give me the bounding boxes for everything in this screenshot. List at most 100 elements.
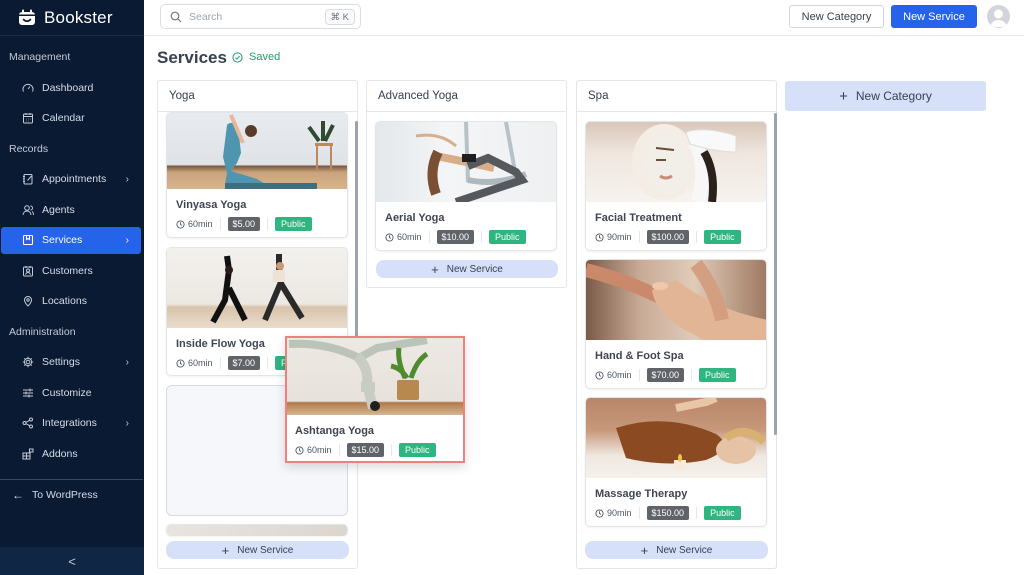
service-card[interactable]: Aerial Yoga 60min $10.00 Public xyxy=(375,121,557,251)
sidebar-item-label: Appointments xyxy=(42,173,107,186)
service-image xyxy=(586,122,766,202)
sidebar-item-addons[interactable]: Addons xyxy=(1,439,141,470)
search-input[interactable]: Search ⌘ K xyxy=(160,4,361,29)
service-meta: 60min $5.00 Public xyxy=(167,215,347,233)
saved-status: Saved xyxy=(232,51,280,63)
column-scrollbar[interactable] xyxy=(355,121,358,351)
column-scrollbar[interactable] xyxy=(774,113,777,435)
gauge-icon xyxy=(22,82,34,94)
clock-icon xyxy=(176,219,185,229)
add-service-button[interactable]: + New Service xyxy=(376,260,558,278)
service-duration: 60min xyxy=(607,370,632,380)
service-duration: 60min xyxy=(307,445,332,455)
search-shortcut: ⌘ K xyxy=(324,9,355,25)
visibility-badge: Public xyxy=(489,230,526,244)
section-administration: Administration xyxy=(9,325,76,338)
service-image xyxy=(376,122,556,202)
add-category-button[interactable]: + New Category xyxy=(785,81,986,111)
sidebar-item-services[interactable]: Services › xyxy=(1,226,141,254)
sidebar-item-label: Addons xyxy=(42,447,78,460)
brand[interactable]: Bookster xyxy=(0,0,144,36)
sidebar-item-appointments[interactable]: Appointments › xyxy=(1,164,141,195)
notebook-edit-icon xyxy=(22,173,34,185)
chevron-right-icon: › xyxy=(125,234,129,246)
price-badge: $100.00 xyxy=(646,230,690,244)
service-card-partial[interactable] xyxy=(166,524,348,536)
price-badge: $150.00 xyxy=(646,506,690,520)
saved-label: Saved xyxy=(249,51,281,63)
service-duration: 90min xyxy=(607,508,632,518)
sidebar-item-dashboard[interactable]: Dashboard xyxy=(1,73,141,104)
sidebar-item-label: Dashboard xyxy=(42,81,94,94)
add-service-button[interactable]: + New Service xyxy=(585,541,768,559)
share-nodes-icon xyxy=(22,417,34,429)
service-name: Hand & Foot Spa xyxy=(595,350,684,362)
visibility-badge: Public xyxy=(704,230,741,244)
category-column-spa: Spa Facial Treatment 90min $100.00 Publi… xyxy=(576,80,777,569)
app-name: Bookster xyxy=(44,7,113,27)
sidebar: Bookster Management Dashboard Calendar R… xyxy=(0,0,144,575)
collapse-sidebar-button[interactable]: < xyxy=(0,547,144,575)
sidebar-item-label: Customize xyxy=(42,386,92,399)
to-wordpress-link[interactable]: ← To WordPress xyxy=(0,480,144,510)
visibility-badge: Public xyxy=(399,443,436,457)
category-title[interactable]: Spa xyxy=(577,81,776,112)
clock-icon xyxy=(595,232,604,242)
clock-icon xyxy=(385,232,394,242)
search-icon xyxy=(170,11,182,22)
price-badge: $5.00 xyxy=(227,217,261,231)
new-category-button[interactable]: New Category xyxy=(789,5,884,28)
sidebar-item-calendar[interactable]: Calendar xyxy=(1,103,141,134)
visibility-badge: Public xyxy=(275,217,312,231)
sidebar-item-label: Settings xyxy=(42,356,80,369)
service-image xyxy=(167,248,347,328)
service-duration: 60min xyxy=(188,358,213,368)
chevron-right-icon: › xyxy=(125,356,129,368)
gear-icon xyxy=(22,356,34,368)
sidebar-item-integrations[interactable]: Integrations › xyxy=(1,408,141,439)
sidebar-item-settings[interactable]: Settings › xyxy=(1,347,141,378)
sidebar-item-label: Integrations xyxy=(42,417,97,430)
avatar[interactable] xyxy=(987,5,1010,28)
category-column-yoga: Yoga Vinyasa Yoga 60min $5.00 Public Ins… xyxy=(157,80,358,569)
sidebar-item-label: Locations xyxy=(42,295,87,308)
service-duration: 60min xyxy=(397,232,422,242)
category-column-advanced-yoga: Advanced Yoga Aerial Yoga 60min $10.00 P… xyxy=(366,80,567,288)
contact-card-icon xyxy=(22,265,34,277)
service-card[interactable]: Facial Treatment 90min $100.00 Public xyxy=(585,121,767,251)
add-service-button[interactable]: + New Service xyxy=(166,541,349,559)
service-card[interactable]: Hand & Foot Spa 60min $70.00 Public xyxy=(585,259,767,389)
plus-icon: + xyxy=(221,542,230,558)
bookster-logo-icon xyxy=(19,9,35,25)
service-meta: 90min $100.00 Public xyxy=(586,228,766,246)
service-meta: 60min $70.00 Public xyxy=(586,366,766,384)
sidebar-item-customers[interactable]: Customers xyxy=(1,256,141,287)
blocks-icon xyxy=(22,448,34,460)
service-card[interactable]: Vinyasa Yoga 60min $5.00 Public xyxy=(166,112,348,238)
visibility-badge: Public xyxy=(699,368,736,382)
clock-icon xyxy=(595,370,604,380)
price-badge: $70.00 xyxy=(646,368,685,382)
chevron-right-icon: › xyxy=(125,417,129,429)
service-image xyxy=(586,398,766,478)
price-badge: $10.00 xyxy=(436,230,475,244)
category-title[interactable]: Yoga xyxy=(158,81,357,112)
sidebar-item-customize[interactable]: Customize xyxy=(1,378,141,409)
chevron-left-icon: < xyxy=(68,553,76,569)
search-placeholder: Search xyxy=(189,10,223,23)
clock-icon xyxy=(295,445,304,455)
visibility-badge: Public xyxy=(704,506,741,520)
service-card[interactable]: Massage Therapy 90min $150.00 Public xyxy=(585,397,767,527)
service-name: Aerial Yoga xyxy=(385,212,445,224)
sidebar-item-label: Calendar xyxy=(42,112,85,125)
arrow-left-icon: ← xyxy=(12,488,24,502)
service-name: Ashtanga Yoga xyxy=(295,425,375,437)
sidebar-item-label: Services xyxy=(42,234,83,246)
sidebar-item-agents[interactable]: Agents xyxy=(1,195,141,226)
service-name: Massage Therapy xyxy=(595,488,688,500)
category-title[interactable]: Advanced Yoga xyxy=(367,81,566,112)
page-title: Services xyxy=(157,48,227,67)
dragging-service-card[interactable]: Ashtanga Yoga 60min $15.00 Public xyxy=(285,336,465,463)
new-service-button[interactable]: New Service xyxy=(891,5,977,28)
sidebar-item-locations[interactable]: Locations xyxy=(1,286,141,317)
